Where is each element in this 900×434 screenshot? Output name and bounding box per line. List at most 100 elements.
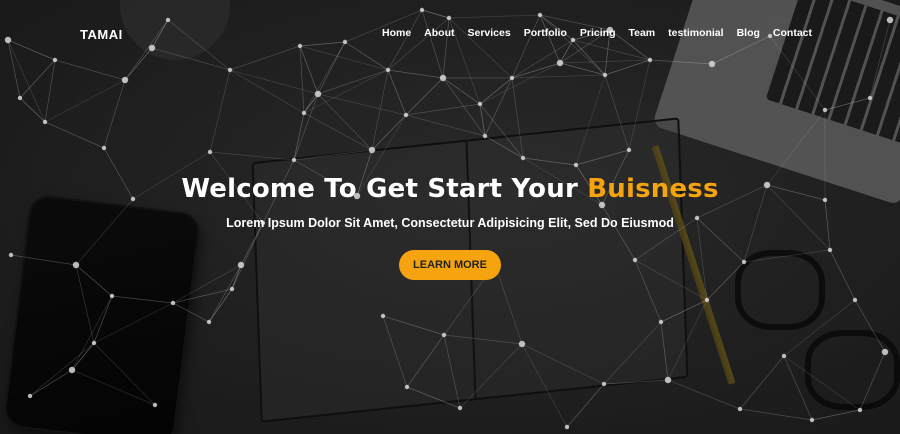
network-link xyxy=(443,334,523,345)
network-link xyxy=(44,121,105,149)
network-link xyxy=(19,97,46,123)
network-node xyxy=(809,417,815,423)
network-link xyxy=(521,343,605,385)
network-node xyxy=(109,293,115,299)
network-node xyxy=(441,332,447,338)
nav-item-blog[interactable]: Blog xyxy=(737,27,760,39)
network-node xyxy=(101,145,107,151)
network-link xyxy=(124,19,169,81)
network-link xyxy=(854,299,886,353)
network-link xyxy=(387,9,423,71)
network-link xyxy=(739,355,785,410)
network-node xyxy=(301,110,307,116)
network-link xyxy=(111,295,174,304)
network-link xyxy=(406,334,445,388)
network-node xyxy=(380,313,386,319)
network-node xyxy=(27,393,33,399)
network-link xyxy=(209,69,231,153)
network-link xyxy=(71,295,113,371)
network-node xyxy=(165,17,171,23)
network-node xyxy=(68,366,76,374)
network-link xyxy=(371,114,407,151)
network-node xyxy=(206,319,212,325)
hero-subtitle: Lorem Ipsum Dolor Sit Amet, Consectetur … xyxy=(226,216,674,230)
network-node xyxy=(207,149,213,155)
network-link xyxy=(229,45,301,71)
network-link xyxy=(229,69,305,114)
network-link xyxy=(811,409,861,421)
network-link xyxy=(443,334,461,409)
network-node xyxy=(564,424,570,430)
network-link xyxy=(93,342,156,406)
network-link xyxy=(7,39,46,123)
network-node xyxy=(385,67,391,73)
network-link xyxy=(405,114,486,137)
network-node xyxy=(737,406,743,412)
network-node xyxy=(477,101,483,107)
network-node xyxy=(658,319,664,325)
network-node xyxy=(419,7,425,13)
network-node xyxy=(227,67,233,73)
learn-more-button[interactable]: LEARN MORE xyxy=(399,250,501,280)
network-node xyxy=(152,402,158,408)
network-link xyxy=(649,59,713,65)
network-node xyxy=(881,348,889,356)
network-link xyxy=(44,79,126,123)
nav-item-testimonial[interactable]: testimonial xyxy=(668,27,723,39)
network-link xyxy=(572,39,606,76)
network-link xyxy=(511,74,606,79)
network-node xyxy=(52,57,58,63)
network-link xyxy=(317,93,373,151)
network-node xyxy=(17,95,23,101)
network-link xyxy=(344,41,389,71)
network-link xyxy=(303,93,319,114)
hero-title-main: Welcome To Get Start Your xyxy=(181,174,588,204)
network-link xyxy=(667,379,741,410)
network-link xyxy=(442,77,486,137)
network-link xyxy=(572,39,651,61)
network-link xyxy=(859,351,886,411)
nav-item-contact[interactable]: Contact xyxy=(773,27,812,39)
network-link xyxy=(604,74,630,151)
network-link xyxy=(405,77,444,116)
network-link xyxy=(209,151,295,161)
nav-item-portfolio[interactable]: Portfolio xyxy=(524,27,567,39)
network-link xyxy=(317,93,407,116)
network-node xyxy=(537,12,543,18)
network-link xyxy=(93,302,174,344)
network-link xyxy=(511,62,561,79)
network-link xyxy=(229,69,319,95)
network-node xyxy=(822,107,828,113)
hero-content: Welcome To Get Start Your Buisness Lorem… xyxy=(0,174,900,280)
nav-item-home[interactable]: Home xyxy=(382,27,411,39)
network-node xyxy=(664,376,672,384)
network-link xyxy=(71,369,156,406)
network-node xyxy=(314,90,322,98)
network-link xyxy=(575,74,606,166)
network-node xyxy=(91,340,97,346)
network-node xyxy=(404,384,410,390)
network-link xyxy=(7,39,21,99)
network-node xyxy=(520,155,526,161)
network-node xyxy=(781,353,787,359)
network-link xyxy=(167,19,231,71)
nav-item-services[interactable]: Services xyxy=(468,27,511,39)
nav-item-team[interactable]: Team xyxy=(628,27,655,39)
network-link xyxy=(711,35,771,65)
network-link xyxy=(769,35,826,111)
network-link xyxy=(387,69,407,116)
hero-title: Welcome To Get Start Your Buisness xyxy=(0,174,900,204)
nav-item-pricing[interactable]: Pricing xyxy=(580,27,616,39)
nav-item-about[interactable]: About xyxy=(424,27,454,39)
network-link xyxy=(566,383,605,428)
brand-logo[interactable]: TAMAI xyxy=(80,27,123,42)
main-navigation: Home About Services Portfolio Pricing Te… xyxy=(369,27,812,39)
network-link xyxy=(521,343,568,428)
network-node xyxy=(602,72,608,78)
network-link xyxy=(103,79,126,149)
network-link xyxy=(293,149,373,161)
network-link xyxy=(421,9,450,19)
network-link xyxy=(54,59,126,81)
network-node xyxy=(626,147,632,153)
network-link xyxy=(93,295,113,344)
